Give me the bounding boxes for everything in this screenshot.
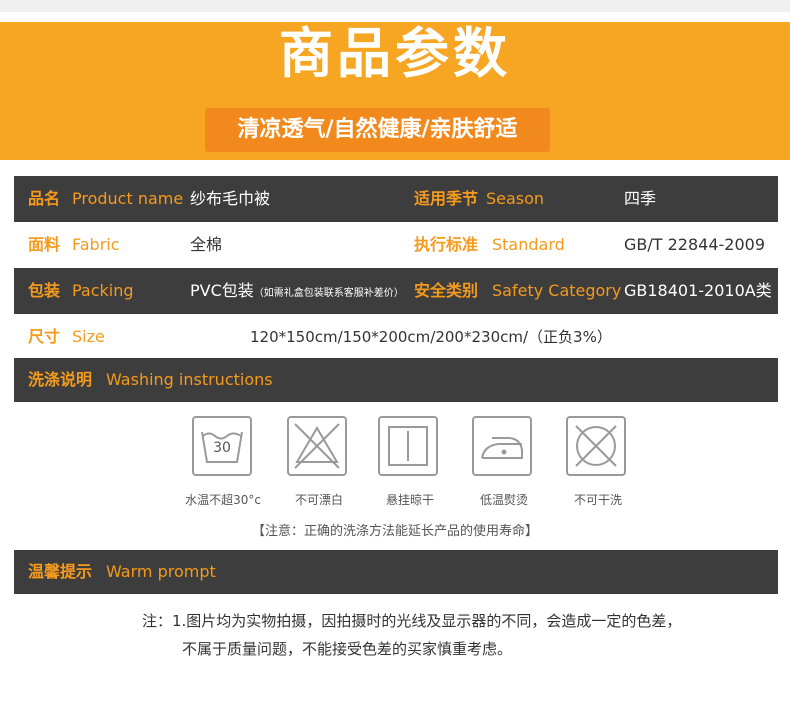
label-safety-cn: 安全类别 [414, 281, 479, 300]
top-band [0, 0, 790, 12]
label-season-en: Season [486, 189, 545, 208]
wash-temperature-number: 30 [213, 440, 231, 456]
value-packing: PVC包装（如需礼盒包装联系客服补差价） [190, 268, 404, 314]
label-packing-en: Packing [72, 281, 134, 300]
washing-title-cn: 洗涤说明 [28, 370, 93, 389]
label-packing-cn: 包装 [28, 281, 61, 300]
warm-note-line-1: 注：1.图片均为实物拍摄，因拍摄时的光线及显示器的不同，会造成一定的色差， [142, 612, 682, 630]
warm-title-en: Warm prompt [106, 562, 216, 581]
hang-dry-icon [374, 416, 446, 480]
warm-title-cn: 温馨提示 [28, 562, 93, 581]
param-row-packing: 包装 Packing PVC包装（如需礼盒包装联系客服补差价） 安全类别 Saf… [14, 268, 778, 314]
page-title: 商品参数 [279, 22, 511, 85]
low-iron-icon [468, 416, 540, 480]
no-dry-clean-icon [562, 416, 634, 480]
washing-title-en: Washing instructions [106, 370, 273, 389]
label-size-en: Size [72, 327, 105, 346]
washing-note: 【注意：正确的洗涤方法能延长产品的使用寿命】 [251, 524, 538, 539]
value-fabric: 全棉 [190, 235, 223, 254]
param-row-product-name: 品名 Product name 纱布毛巾被 适用季节 Season 四季 [14, 176, 778, 222]
value-safety: GB18401-2010A类 [624, 281, 772, 300]
label-standard-en: Standard [492, 235, 565, 254]
wash-30-icon: 30 [188, 416, 260, 480]
label-season-cn: 适用季节 [414, 189, 479, 208]
value-packing-note: （如需礼盒包装联系客服补差价） [253, 288, 404, 299]
banner-subtitle: 清凉透气/自然健康/亲肤舒适 [205, 108, 550, 152]
label-fabric-cn: 面料 [28, 235, 61, 254]
value-size: 120*150cm/150*200cm/200*230cm/（正负3%） [250, 328, 612, 346]
washing-header: 洗涤说明 Washing instructions [14, 358, 778, 402]
param-row-fabric: 面料 Fabric 全棉 执行标准 Standard GB/T 22844-20… [14, 222, 778, 268]
warm-note-line-2: 不属于质量问题，不能接受色差的买家慎重考虑。 [182, 640, 513, 658]
no-bleach-icon [283, 416, 355, 480]
value-season: 四季 [624, 189, 657, 208]
label-product-name-cn: 品名 [28, 189, 61, 208]
label-fabric-en: Fabric [72, 235, 120, 254]
label-size-cn: 尺寸 [28, 327, 61, 346]
warm-prompt-header: 温馨提示 Warm prompt [14, 550, 778, 594]
label-safety-en: Safety Category [492, 281, 622, 300]
label-product-name-en: Product name [72, 189, 184, 208]
label-standard-cn: 执行标准 [414, 235, 479, 254]
param-row-size: 尺寸 Size 120*150cm/150*200cm/200*230cm/（正… [14, 314, 778, 360]
value-product-name: 纱布毛巾被 [190, 189, 271, 208]
value-packing-main: PVC包装 [190, 281, 254, 300]
icon-label-no-dry-clean: 不可干洗 [573, 493, 622, 507]
value-standard: GB/T 22844-2009 [624, 235, 766, 254]
icon-label-wash-30: 水温不超30°c [185, 493, 261, 507]
